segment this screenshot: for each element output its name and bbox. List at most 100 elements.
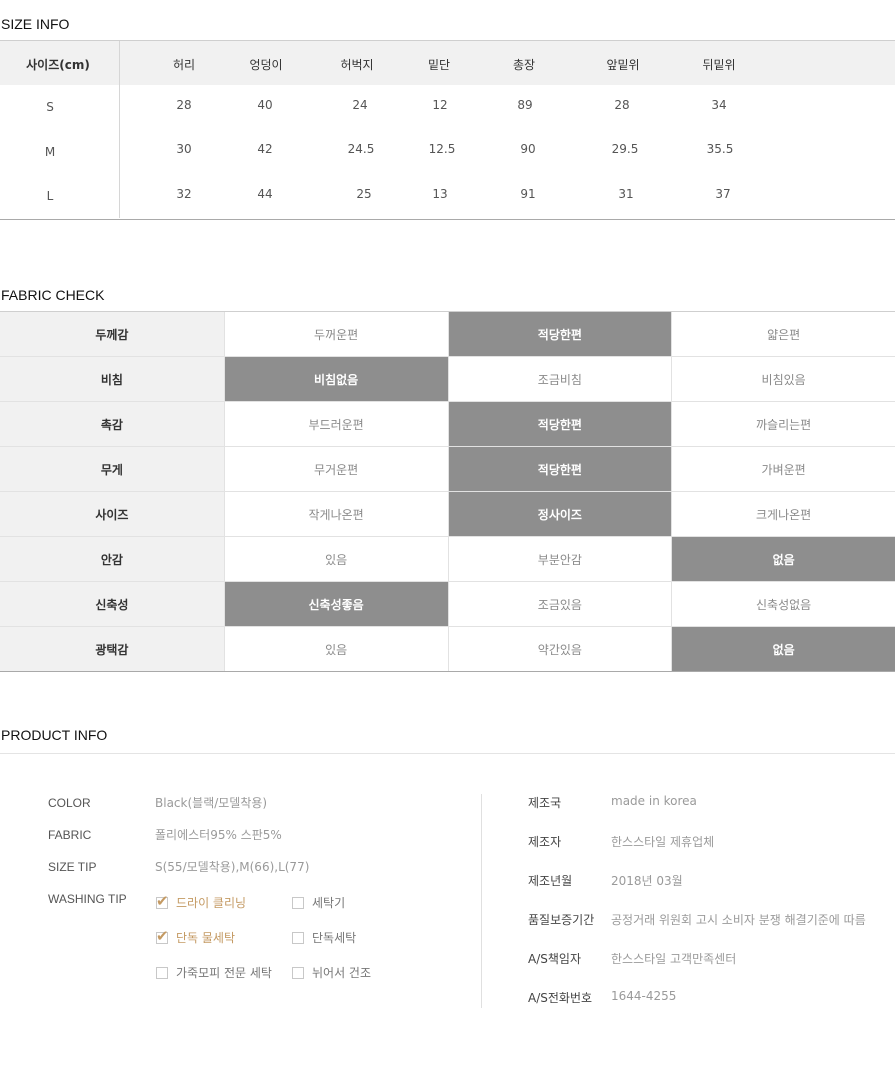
row-size-label: M: [44, 145, 56, 159]
size-table: 사이즈(cm) 허리 엉덩이 허벅지 밑단 총장 앞밑위 뒤밑위 S 28 40…: [0, 40, 895, 220]
header-cell-back-rise: 뒤밑위: [702, 58, 736, 72]
table-cell: 37: [715, 187, 731, 201]
fabric-option: 가벼운편: [671, 447, 895, 491]
header-cell-length: 총장: [512, 58, 536, 72]
detail-value: 공정거래 위원회 고시 소비자 분쟁 해결기준에 따름: [611, 913, 866, 927]
table-cell: 32: [176, 187, 192, 201]
fabric-option: 조금있음: [447, 582, 672, 626]
washing-option-separate: 단독세탁: [292, 929, 356, 946]
washing-option-washer: 세탁기: [292, 894, 345, 911]
table-cell: 28: [614, 98, 630, 112]
detail-label: 제조국: [528, 796, 562, 810]
washing-option-label: 가죽모피 전문 세탁: [176, 966, 272, 980]
fabric-option: 크게나온편: [671, 492, 895, 536]
fabric-option: 무거운편: [223, 447, 448, 491]
table-cell: 35.5: [706, 142, 734, 156]
washing-option-label: 뉘어서 건조: [312, 966, 372, 980]
fabric-option: 있음: [223, 537, 448, 581]
fabric-value: 폴리에스터95% 스판5%: [155, 828, 282, 842]
detail-value: 2018년 03월: [611, 874, 683, 888]
table-cell: 24.5: [347, 142, 375, 156]
fabric-option-selected: 비침없음: [223, 357, 448, 401]
detail-value: 1644-4255: [611, 989, 677, 1003]
header-cell-front-rise: 앞밑위: [606, 58, 640, 72]
table-cell: 12.5: [428, 142, 456, 156]
table-cell: 89: [517, 98, 533, 112]
size-tip-value: S(55/모델착용),M(66),L(77): [155, 860, 310, 874]
table-cell: 40: [257, 98, 273, 112]
table-cell: 25: [356, 187, 372, 201]
fabric-option: 약간있음: [447, 627, 672, 671]
checkbox: ✔: [156, 927, 169, 945]
detail-value: 한스스타일 제휴업체: [611, 835, 715, 849]
fabric-option: 까슬리는편: [671, 402, 895, 446]
header-cell-size: 사이즈(cm): [26, 58, 90, 72]
table-cell: 90: [520, 142, 536, 156]
fabric-option-selected: 적당한편: [447, 402, 672, 446]
table-cell: 28: [176, 98, 192, 112]
checkbox: ✔: [156, 892, 169, 910]
color-value: Black(블랙/모델착용): [155, 796, 268, 810]
size-table-divider: [119, 41, 120, 218]
fabric-row: 사이즈 작게나온편 정사이즈 크게나온편: [0, 491, 895, 536]
fabric-row-label: 무게: [0, 447, 224, 491]
table-cell: 91: [520, 187, 536, 201]
size-table-header: 사이즈(cm) 허리 엉덩이 허벅지 밑단 총장 앞밑위 뒤밑위: [0, 41, 895, 85]
size-tip-label: SIZE TIP: [48, 860, 97, 874]
detail-label: 제조자: [528, 835, 562, 849]
fabric-label: FABRIC: [48, 828, 92, 842]
detail-label: 품질보증기간: [528, 913, 595, 927]
fabric-option-selected: 적당한편: [447, 447, 672, 491]
detail-label: A/S책임자: [528, 952, 581, 966]
fabric-row-label: 사이즈: [0, 492, 224, 536]
table-cell: 12: [432, 98, 448, 112]
row-size-label: S: [46, 100, 54, 114]
header-cell-thigh: 허벅지: [340, 58, 374, 72]
checkmark-icon: ✔: [156, 891, 169, 910]
table-cell: 44: [257, 187, 273, 201]
header-cell-hem: 밑단: [427, 58, 451, 72]
product-info-vertical-divider: [481, 794, 482, 1008]
washing-option-flat-dry: 뉘어서 건조: [292, 964, 371, 981]
table-cell: 29.5: [611, 142, 639, 156]
detail-label: 제조년월: [528, 874, 573, 888]
fabric-row: 신축성 신축성좋음 조금있음 신축성없음: [0, 581, 895, 626]
table-cell: 24: [352, 98, 368, 112]
fabric-row: 촉감 부드러운편 적당한편 까슬리는편: [0, 401, 895, 446]
header-cell-waist: 허리: [172, 58, 196, 72]
fabric-row-label: 비침: [0, 357, 224, 401]
fabric-row-label: 두께감: [0, 312, 224, 356]
table-cell: 30: [176, 142, 192, 156]
checkbox: [292, 966, 304, 979]
fabric-row: 안감 있음 부분안감 없음: [0, 536, 895, 581]
table-cell: 42: [257, 142, 273, 156]
table-cell: 34: [711, 98, 727, 112]
fabric-row: 무게 무거운편 적당한편 가벼운편: [0, 446, 895, 491]
fabric-row-label: 촉감: [0, 402, 224, 446]
washing-option-label: 단독세탁: [312, 931, 357, 945]
table-cell: 13: [432, 187, 448, 201]
detail-value: 한스스타일 고객만족센터: [611, 952, 737, 966]
checkbox: [292, 931, 304, 944]
size-info-title: SIZE INFO: [1, 16, 70, 32]
fabric-option: 있음: [223, 627, 448, 671]
fabric-row-label: 안감: [0, 537, 224, 581]
fabric-option: 부드러운편: [223, 402, 448, 446]
washing-option-leather: 가죽모피 전문 세탁: [156, 964, 272, 981]
washing-option-separate-water: ✔ 단독 물세탁: [156, 927, 235, 946]
fabric-option: 신축성없음: [671, 582, 895, 626]
checkmark-icon: ✔: [156, 926, 169, 945]
fabric-option: 작게나온편: [223, 492, 448, 536]
fabric-row: 광택감 있음 약간있음 없음: [0, 626, 895, 671]
washing-option-dry-clean: ✔ 드라이 클리닝: [156, 892, 246, 911]
checkbox: [292, 896, 304, 909]
fabric-check-title: FABRIC CHECK: [1, 287, 105, 303]
fabric-row: 비침 비침없음 조금비침 비침있음: [0, 356, 895, 401]
fabric-option-selected: 적당한편: [447, 312, 672, 356]
fabric-option: 얇은편: [671, 312, 895, 356]
table-cell: 31: [618, 187, 634, 201]
row-size-label: L: [46, 189, 54, 203]
product-info-divider: [0, 753, 895, 754]
fabric-row-label: 신축성: [0, 582, 224, 626]
fabric-row: 두께감 두꺼운편 적당한편 얇은편: [0, 312, 895, 356]
